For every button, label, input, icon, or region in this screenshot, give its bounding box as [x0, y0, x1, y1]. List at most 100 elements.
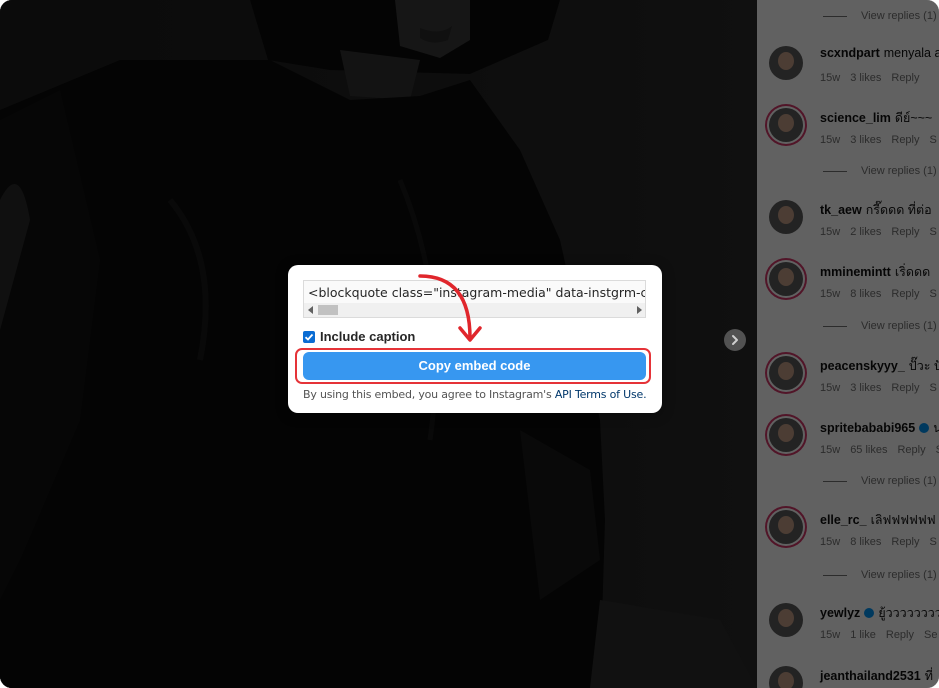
verified-badge-icon [864, 608, 875, 618]
comment-username[interactable]: yewlyz [820, 606, 860, 620]
view-replies-link[interactable]: View replies (1) [823, 10, 937, 22]
avatar[interactable] [769, 108, 803, 142]
comment-age: 15w [820, 536, 841, 548]
comment-likes[interactable]: 1 like [850, 629, 876, 641]
comment-reply-button[interactable]: Reply [891, 226, 919, 238]
comment-line: scxndpart menyala a [820, 46, 939, 60]
comment-text: กรี๊ดดด ที่ต่อ [865, 203, 932, 217]
comment-age: 15w [820, 629, 841, 641]
reply-divider [823, 480, 847, 482]
comment-age: 15w [820, 226, 841, 238]
comment-text: น [933, 421, 939, 435]
avatar[interactable] [769, 510, 803, 544]
scroll-left-icon[interactable] [308, 306, 313, 314]
comment-likes[interactable]: 3 likes [850, 134, 881, 146]
comment-text: ปั๊วะ ปั [908, 359, 939, 373]
avatar-face [778, 424, 794, 442]
comment-username[interactable]: scxndpart [820, 46, 880, 60]
comment-age: 15w [820, 288, 841, 300]
comment-likes[interactable]: 2 likes [850, 226, 881, 238]
comment-see-translation[interactable]: S [930, 288, 937, 300]
view-replies-link[interactable]: View replies (1) [823, 320, 937, 332]
verified-badge-icon [919, 423, 930, 433]
terms-notice: By using this embed, you agree to Instag… [303, 388, 647, 401]
view-replies-label[interactable]: View replies (1) [861, 320, 937, 332]
comment-reply-button[interactable]: Reply [891, 382, 919, 394]
reply-divider [823, 574, 847, 576]
comment-text: ยู้ววววววววว [878, 606, 939, 620]
comment-reply-button[interactable]: Reply [891, 288, 919, 300]
include-caption-option[interactable]: Include caption [303, 329, 415, 344]
api-terms-link[interactable]: API Terms of Use. [555, 388, 647, 401]
avatar-face [778, 52, 794, 70]
avatar[interactable] [769, 666, 803, 688]
comment-reply-button[interactable]: Reply [891, 134, 919, 146]
view-replies-label[interactable]: View replies (1) [861, 165, 937, 177]
comment-meta: 15w 8 likes Reply S [820, 536, 939, 548]
view-replies-label[interactable]: View replies (1) [861, 475, 937, 487]
view-replies-label[interactable]: View replies (1) [861, 569, 937, 581]
comment-reply-button[interactable]: Reply [886, 629, 914, 641]
avatar-face [778, 268, 794, 286]
comment-text: ที่ [924, 669, 933, 683]
comment-line: yewlyz ยู้ววววววววว [820, 603, 939, 623]
red-curved-arrow-icon [418, 274, 482, 342]
comment-see-translation[interactable]: S [930, 134, 937, 146]
comment-age: 15w [820, 72, 841, 84]
copy-embed-code-button[interactable]: Copy embed code [303, 352, 646, 380]
avatar-face [778, 609, 794, 627]
comment-line: peacenskyyy_ ปั๊วะ ปั [820, 356, 939, 376]
avatar[interactable] [769, 603, 803, 637]
view-replies-link[interactable]: View replies (1) [823, 165, 937, 177]
avatar[interactable] [769, 262, 803, 296]
comment-see-translation[interactable]: S [930, 226, 937, 238]
comment-likes[interactable]: 3 likes [850, 382, 881, 394]
comment-username[interactable]: peacenskyyy_ [820, 359, 905, 373]
comment-see-translation[interactable]: Se [924, 629, 937, 641]
comment-text: เริ่ดดด [894, 265, 931, 279]
scrollbar-thumb[interactable] [318, 305, 338, 315]
avatar-face [778, 206, 794, 224]
comment-username[interactable]: jeanthailand2531 [820, 669, 921, 683]
comment-reply-button[interactable]: Reply [897, 444, 925, 456]
comment-likes[interactable]: 8 likes [850, 288, 881, 300]
comment-username[interactable]: mminemintt [820, 265, 891, 279]
comment-username[interactable]: elle_rc_ [820, 513, 867, 527]
comment-reply-button[interactable]: Reply [891, 536, 919, 548]
avatar-face [778, 672, 794, 688]
comment-reply-button[interactable]: Reply [891, 72, 919, 84]
comment-meta: 15w 2 likes Reply S [820, 226, 939, 238]
reply-divider [823, 15, 847, 17]
comment-username[interactable]: science_lim [820, 111, 891, 125]
comment-text: เลิฟฟฟฟฟฟ [870, 513, 936, 527]
comment-line: spritebababi965 น [820, 418, 939, 438]
comment-meta: 15w 8 likes Reply S [820, 288, 939, 300]
comment-likes[interactable]: 65 likes [850, 444, 887, 456]
comment-line: jeanthailand2531 ที่ [820, 666, 933, 686]
comment-see-translation[interactable]: S [930, 382, 937, 394]
comment-see-translation[interactable]: S [930, 536, 937, 548]
view-replies-link[interactable]: View replies (1) [823, 475, 937, 487]
avatar[interactable] [769, 356, 803, 390]
comment-likes[interactable]: 3 likes [850, 72, 881, 84]
avatar[interactable] [769, 418, 803, 452]
comment-meta: 15w 1 like Reply Se [820, 629, 939, 641]
check-icon [304, 333, 314, 341]
comment-meta: 15w 65 likes Reply S [820, 444, 939, 456]
comment-username[interactable]: spritebababi965 [820, 421, 915, 435]
comment-likes[interactable]: 8 likes [850, 536, 881, 548]
avatar[interactable] [769, 46, 803, 80]
avatar[interactable] [769, 200, 803, 234]
comment-meta: 15w 3 likes Reply [820, 72, 939, 84]
include-caption-checkbox[interactable] [303, 330, 315, 343]
view-replies-link[interactable]: View replies (1) [823, 569, 937, 581]
comment-username[interactable]: tk_aew [820, 203, 862, 217]
comments-panel: View replies (1) scxndpart menyala a 15w 3 l… [757, 0, 939, 688]
avatar-face [778, 114, 794, 132]
next-photo-button[interactable] [724, 329, 746, 351]
view-replies-label[interactable]: View replies (1) [861, 10, 937, 22]
comment-age: 15w [820, 134, 841, 146]
scroll-right-icon[interactable] [637, 306, 642, 314]
terms-notice-text: By using this embed, you agree to Instag… [303, 388, 552, 401]
comment-see-translation[interactable]: S [936, 444, 939, 456]
